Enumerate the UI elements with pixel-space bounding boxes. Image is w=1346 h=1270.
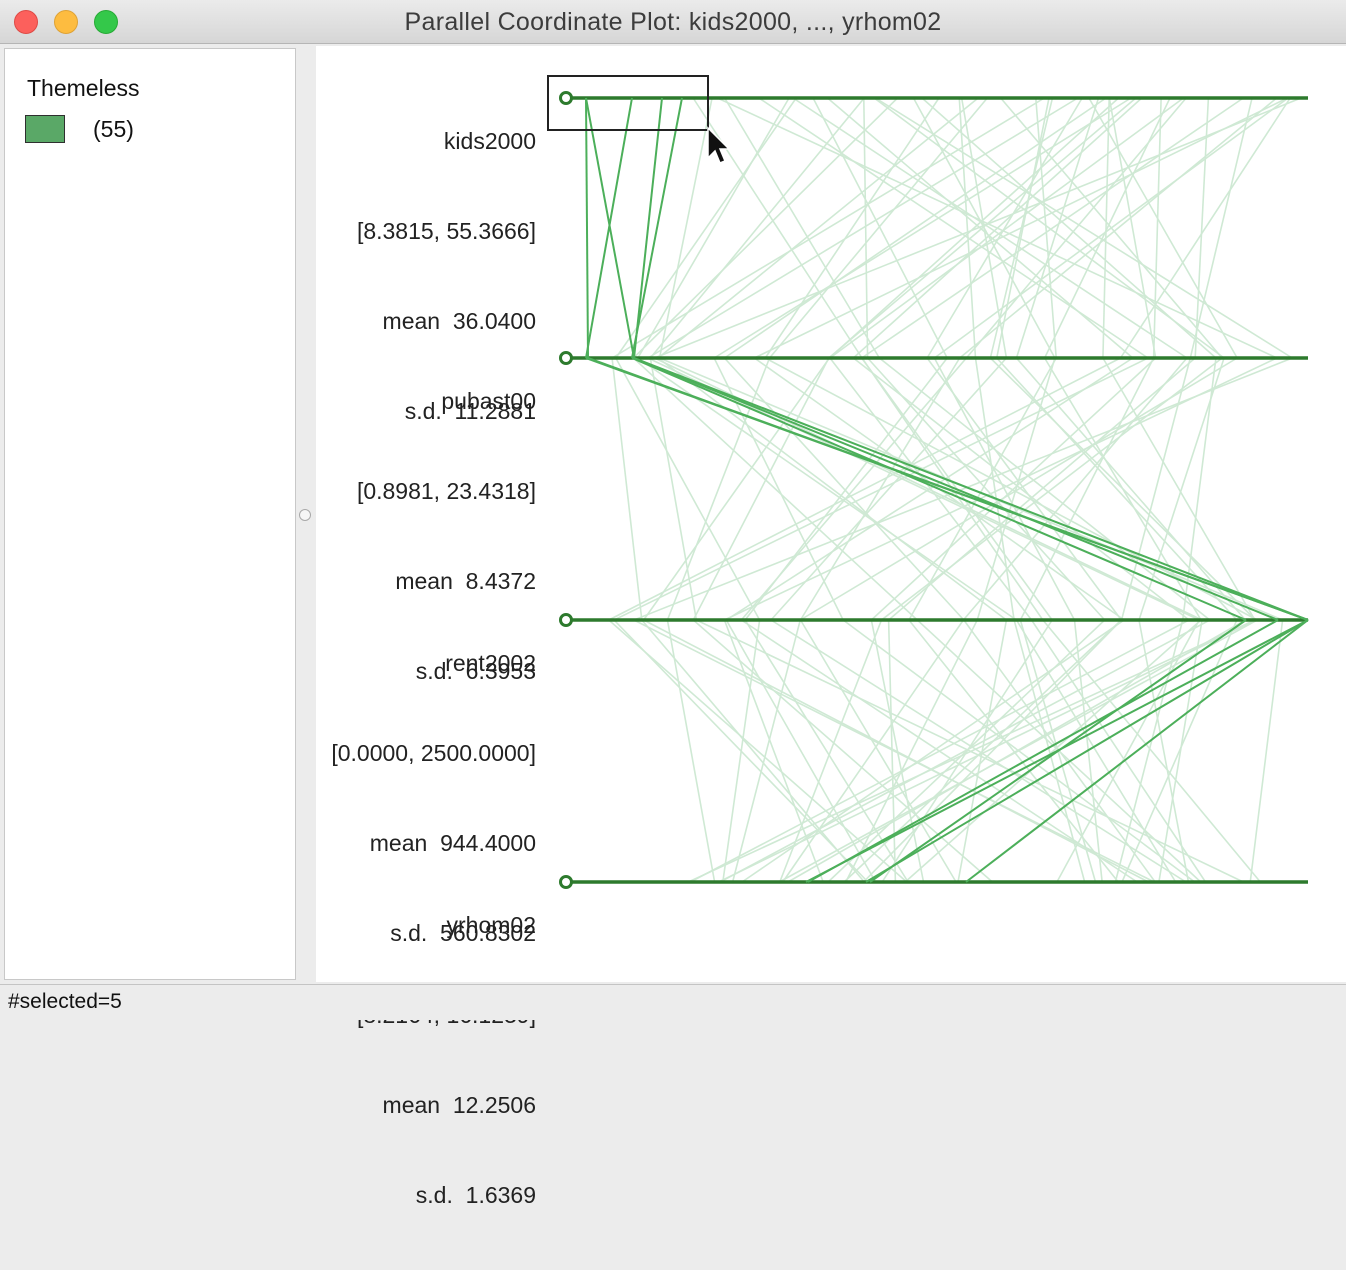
observation-line-segment bbox=[1114, 619, 1184, 883]
observation-line-segment bbox=[1102, 97, 1110, 359]
legend-count: (55) bbox=[93, 116, 134, 142]
observation-line-segment bbox=[649, 357, 698, 621]
selected-line-segment bbox=[585, 97, 589, 359]
axis-handle[interactable] bbox=[559, 91, 573, 105]
splitter-handle[interactable] bbox=[299, 509, 311, 521]
observation-line-segment bbox=[974, 357, 1015, 621]
observation-line-segment bbox=[782, 619, 965, 883]
observation-line-segment bbox=[692, 619, 993, 883]
observation-line-segment bbox=[649, 97, 865, 359]
axis-name: pubast00 bbox=[441, 388, 536, 414]
observation-line-segment bbox=[1152, 97, 1162, 359]
panel-splitter[interactable] bbox=[296, 46, 316, 982]
observation-line-segment bbox=[666, 357, 771, 621]
axis-handle[interactable] bbox=[559, 875, 573, 889]
axis-range: [0.0000, 2500.0000] bbox=[331, 740, 536, 766]
axis-handle[interactable] bbox=[559, 613, 573, 627]
observation-line-segment bbox=[888, 357, 1196, 621]
mouse-cursor-icon bbox=[707, 126, 731, 164]
legend-panel[interactable]: Themeless (55) bbox=[4, 48, 296, 980]
observation-line-segment bbox=[1043, 97, 1171, 359]
observation-line-segment bbox=[696, 619, 1244, 883]
axis-name: kids2000 bbox=[443, 128, 536, 154]
observation-line-segment bbox=[654, 97, 1302, 359]
observation-line-segment bbox=[770, 619, 1187, 883]
observation-line-segment bbox=[1108, 97, 1157, 359]
axis-sd: s.d. 1.6369 bbox=[415, 1182, 536, 1208]
status-bar: #selected=5 bbox=[0, 984, 1346, 1020]
axis-range: [0.8981, 23.4318] bbox=[356, 478, 536, 504]
observation-line-segment bbox=[1189, 97, 1253, 359]
legend-title: Themeless bbox=[27, 75, 140, 101]
axis-mean: mean 12.2506 bbox=[382, 1092, 536, 1118]
observation-line-segment bbox=[754, 97, 1288, 359]
axis-name: rent2002 bbox=[445, 650, 536, 676]
title-bar: Parallel Coordinate Plot: kids2000, ...,… bbox=[0, 0, 1346, 44]
observation-line-segment bbox=[658, 97, 713, 359]
observation-line-segment bbox=[870, 357, 1157, 621]
observation-line-segment bbox=[881, 619, 1053, 883]
unselected-lines bbox=[608, 97, 1302, 883]
axis-handle[interactable] bbox=[559, 351, 573, 365]
axis-name: yrhom02 bbox=[446, 912, 536, 938]
observation-line-segment bbox=[744, 619, 909, 883]
axis-handles[interactable] bbox=[559, 91, 573, 889]
observation-line-segment bbox=[1019, 357, 1155, 621]
observation-line-segment bbox=[904, 619, 1202, 883]
selection-status: #selected=5 bbox=[8, 990, 122, 1013]
window-title: Parallel Coordinate Plot: kids2000, ...,… bbox=[404, 8, 942, 36]
observation-line-segment bbox=[608, 619, 908, 883]
observation-line-segment bbox=[666, 619, 716, 883]
axis-label-yrhom02: yrhom02 [8.2164, 16.1239] mean 12.2506 s… bbox=[357, 850, 536, 1270]
axis-range: [8.3815, 55.3666] bbox=[356, 218, 536, 244]
legend-color-swatch[interactable] bbox=[25, 115, 65, 143]
observation-line-segment bbox=[989, 357, 1257, 621]
axis-lines bbox=[566, 96, 1308, 884]
parallel-coordinate-plot[interactable]: kids2000 [8.3815, 55.3666] mean 36.0400 … bbox=[316, 46, 1346, 1208]
